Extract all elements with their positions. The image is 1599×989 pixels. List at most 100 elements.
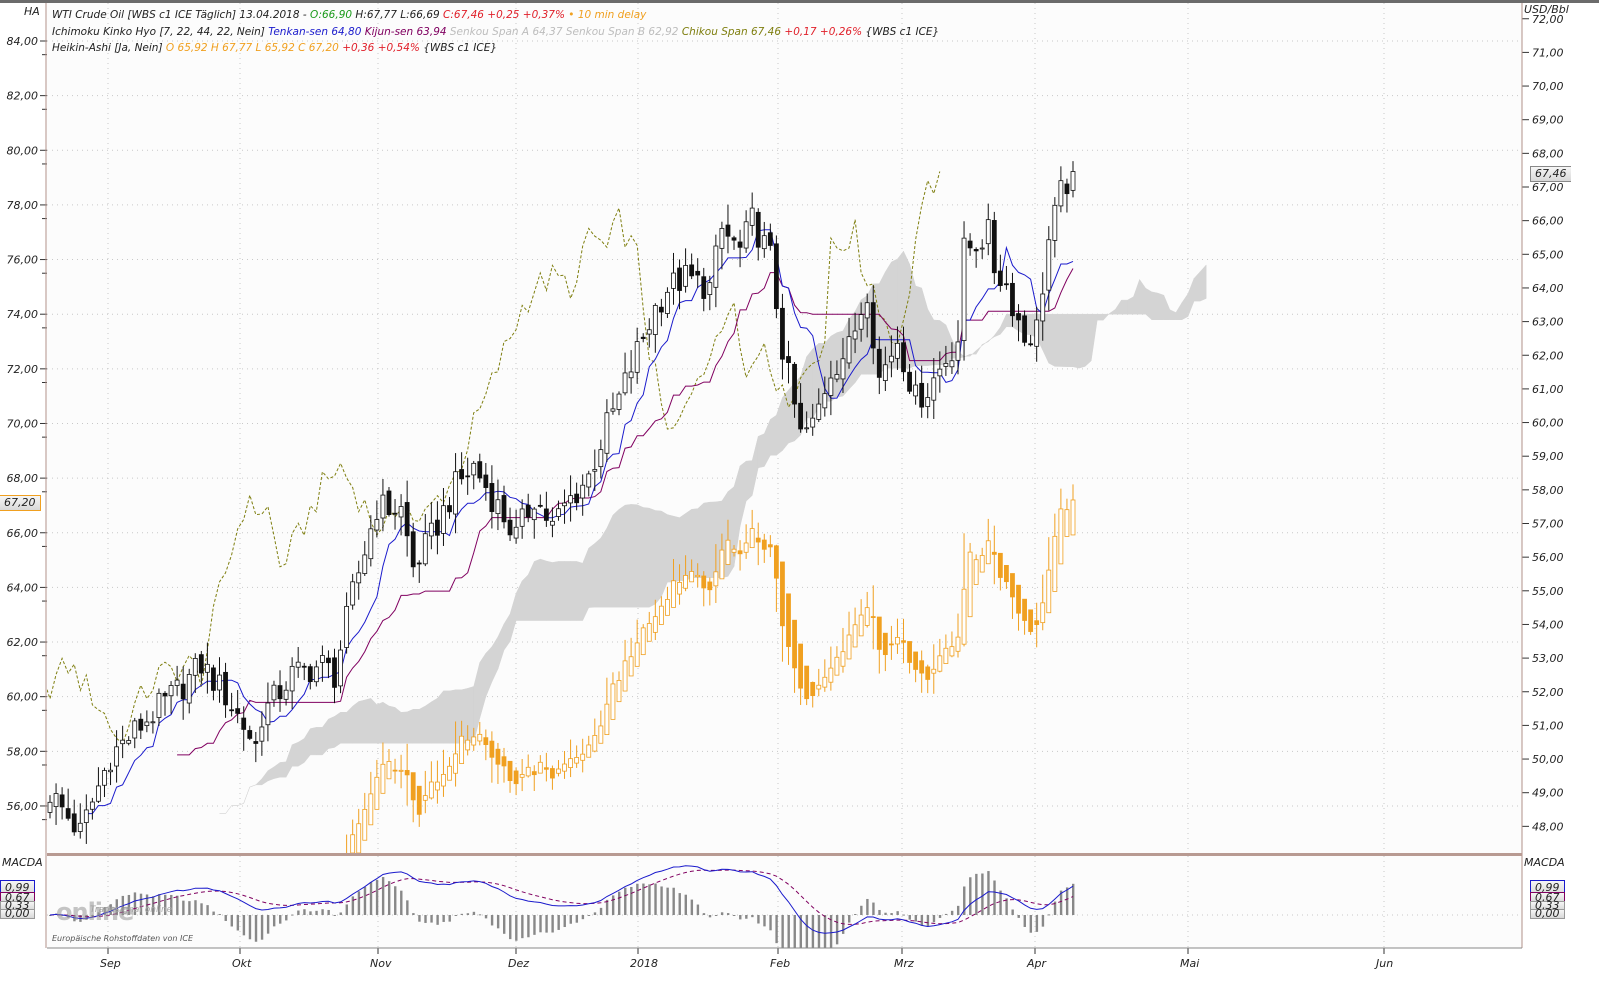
price-candle (937, 368, 943, 377)
price-candle (362, 554, 368, 574)
right-tick-label: 57,00 (1532, 518, 1564, 531)
month-label: 2018 (630, 957, 658, 970)
macd-histogram-bar (624, 887, 627, 915)
macd-histogram-bar (757, 915, 760, 924)
left-tick-label: 82,00 (7, 90, 39, 103)
price-candle (658, 306, 664, 313)
cloud-segment (328, 716, 335, 749)
cloud-segment (806, 348, 813, 419)
ha-candle (428, 781, 434, 799)
price-candle (513, 526, 519, 539)
ha-candle (1040, 602, 1046, 624)
macd-histogram-bar (769, 915, 772, 931)
macd-histogram-bar (739, 915, 742, 920)
price-candle (53, 793, 59, 808)
price-candle (465, 475, 471, 478)
price-candle (71, 813, 77, 833)
macd-histogram-bar (1023, 915, 1026, 927)
price-candle (386, 490, 392, 516)
ha-candle (931, 668, 937, 674)
macd-histogram-bar (345, 904, 349, 915)
ha-candle (1028, 609, 1034, 632)
right-tick-label: 48,00 (1532, 820, 1564, 833)
ha-candle (937, 655, 943, 672)
cloud-segment (703, 501, 711, 578)
macd-histogram-bar (406, 900, 409, 915)
cloud-segment (431, 697, 438, 744)
price-candle (550, 520, 555, 526)
month-label: Mrz (894, 957, 914, 970)
price-candle (895, 342, 900, 359)
macd-histogram-bar (1065, 887, 1069, 915)
price-candle (326, 657, 331, 664)
macd-histogram-bar (751, 915, 754, 918)
ha-candle (416, 785, 422, 815)
cloud-segment (310, 727, 317, 756)
ha-candle (640, 627, 646, 656)
panel-divider[interactable] (47, 853, 1522, 856)
open-value: O:66,90 (310, 9, 353, 21)
ha-candle (568, 758, 573, 768)
cloud-segment (782, 389, 789, 452)
ha-candle (386, 761, 392, 780)
macd-histogram-bar (569, 915, 572, 924)
price-candle (725, 224, 731, 237)
price-candle (931, 377, 937, 401)
senkou-values: Senkou Span A 64,37 Senkou Span B 62,92 (449, 26, 682, 38)
macd-histogram-bar (708, 915, 712, 918)
macd-histogram-bar (551, 915, 554, 933)
macd-histogram-bar (321, 909, 324, 915)
left-tick-label: 70,00 (7, 417, 39, 430)
price-candle (919, 382, 925, 408)
ha-candle (422, 795, 428, 801)
macd-histogram-bar (303, 909, 306, 915)
macd-histogram-bar (926, 915, 930, 926)
cloud-segment (1157, 292, 1165, 320)
ha-candle (858, 614, 864, 637)
cloud-segment (885, 261, 892, 369)
price-candle (858, 314, 864, 330)
price-candle (713, 245, 719, 288)
cloud-segment (933, 319, 941, 366)
price-candle (77, 822, 83, 832)
price-candle (671, 272, 676, 289)
cloud-segment (642, 507, 650, 608)
cloud-segment (1054, 313, 1062, 367)
macd-histogram-bar (714, 915, 718, 916)
cloud-segment (606, 514, 614, 608)
cloud-segment (340, 712, 347, 744)
price-candle (1070, 171, 1076, 191)
right-tick-label: 67,00 (1532, 181, 1564, 194)
macd-histogram-bar (194, 900, 197, 915)
left-axis-unit: HA (24, 5, 40, 18)
cloud-segment (449, 689, 456, 744)
right-tick-label: 54,00 (1532, 618, 1564, 631)
ha-candle (1046, 569, 1052, 614)
macd-histogram-bar (351, 896, 355, 915)
ha-candle (374, 776, 380, 810)
price-candle (489, 483, 495, 512)
ha-candle (719, 549, 725, 580)
right-tick-label: 56,00 (1532, 551, 1564, 564)
right-tick-label: 59,00 (1532, 450, 1564, 463)
macd-histogram-bar (660, 886, 663, 915)
cloud-segment (412, 709, 420, 744)
macd-histogram-bar (333, 914, 336, 916)
cloud-segment (564, 561, 571, 621)
price-candle (622, 372, 628, 394)
month-label: Nov (370, 957, 392, 970)
price-candle (453, 471, 458, 515)
macd-histogram-bar (914, 915, 918, 922)
ha-candle (822, 676, 828, 688)
ha-candle (453, 753, 458, 774)
cloud-segment (1151, 291, 1158, 320)
cloud-segment (455, 689, 462, 744)
price-candle (991, 220, 997, 274)
macd-histogram-bar (817, 915, 821, 948)
macd-histogram-bar (291, 914, 294, 916)
price-candle (422, 533, 428, 565)
left-tick-label: 68,00 (7, 472, 39, 485)
ha-candle (459, 735, 465, 764)
cloud-segment (570, 561, 577, 621)
ha-candle (1022, 598, 1027, 621)
